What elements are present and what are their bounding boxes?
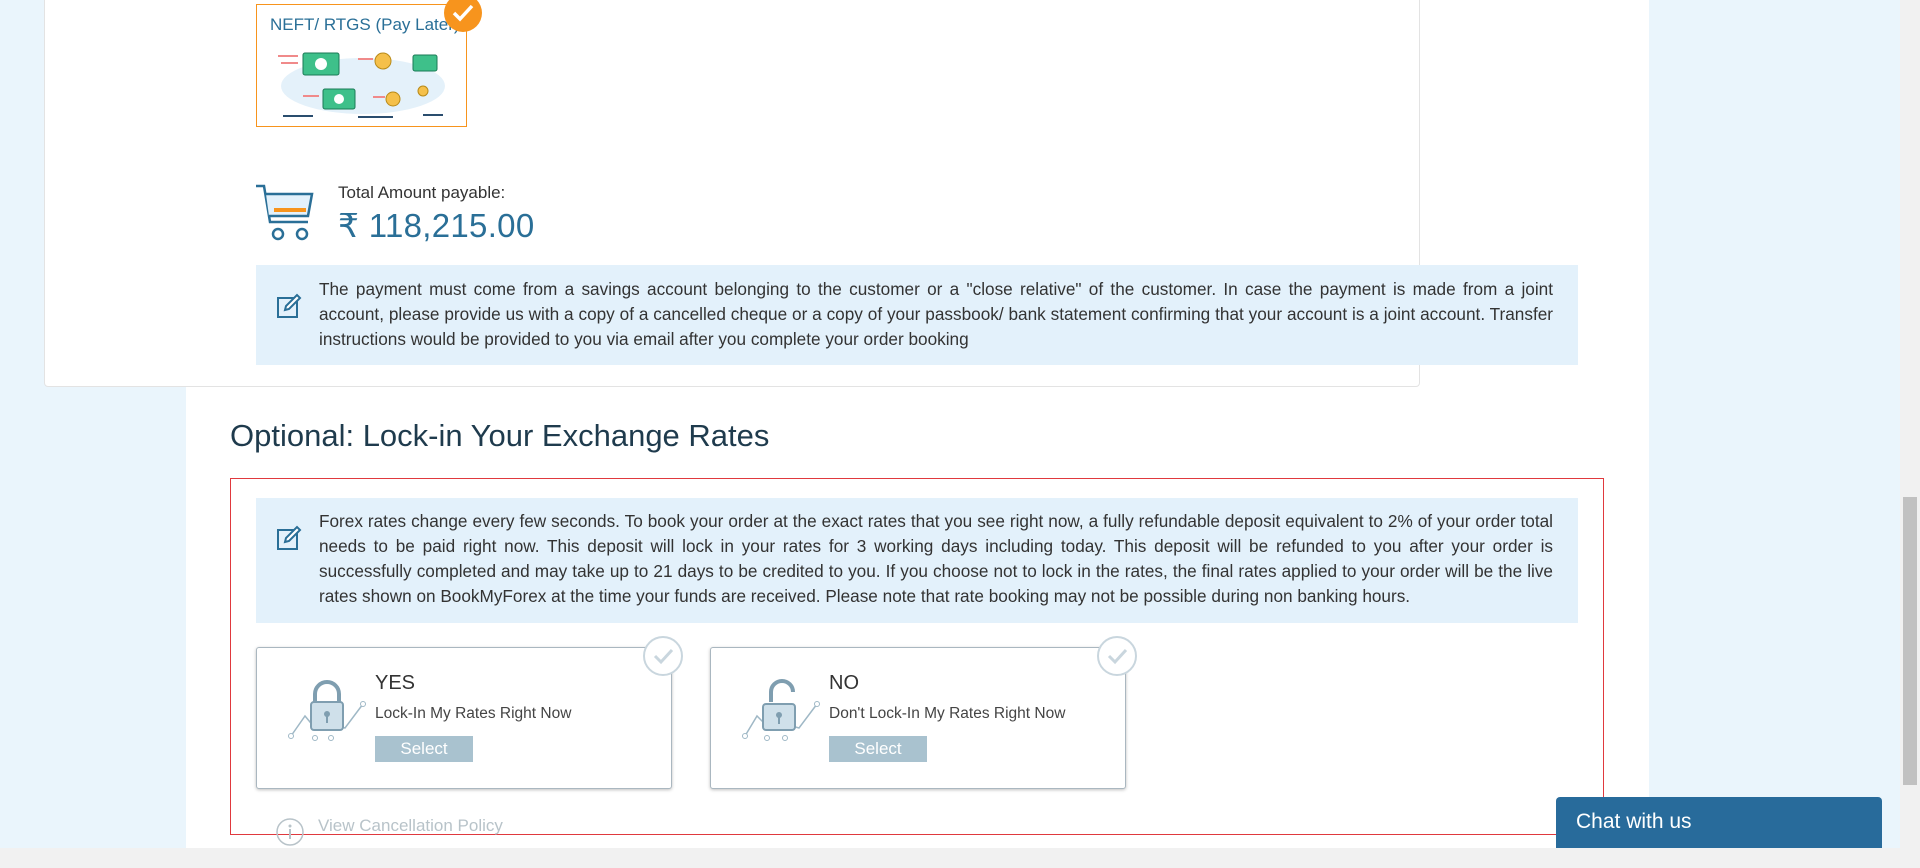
neft-rtgs-option[interactable]: NEFT/ RTGS (Pay Later) [256,4,467,127]
edit-note-icon [277,293,302,318]
payment-note-text: The payment must come from a savings acc… [319,279,1553,349]
no-title: NO [829,672,859,694]
lockin-section-title: Optional: Lock-in Your Exchange Rates [230,418,770,453]
yes-subtitle: Lock-In My Rates Right Now [375,705,572,722]
yes-select-button[interactable]: Select [375,736,473,762]
vertical-scrollbar[interactable] [1900,0,1920,868]
cancellation-policy-link[interactable]: View Cancellation Policy [318,816,503,836]
lockin-yes-option[interactable]: YES Lock-In My Rates Right Now Select [256,636,683,789]
neft-rtgs-label: NEFT/ RTGS (Pay Later) [270,15,460,34]
money-transfer-illustration [278,52,445,118]
selected-check-icon [444,0,482,32]
unlocked-padlock-icon [742,679,820,741]
lockin-note-text: Forex rates change every few seconds. To… [319,511,1553,606]
no-subtitle: Don't Lock-In My Rates Right Now [829,705,1066,722]
lockin-no-option[interactable]: NO Don't Lock-In My Rates Right Now Sele… [710,636,1137,789]
scrollbar-thumb[interactable] [1903,497,1917,785]
payment-note: The payment must come from a savings acc… [256,265,1578,365]
total-label: Total Amount payable: [338,183,506,202]
lockin-note: Forex rates change every few seconds. To… [256,498,1578,623]
cart-icon [256,184,314,241]
check-circle-icon [1097,636,1137,676]
total-amount: ₹ 118,215.00 [338,207,535,244]
check-circle-icon [643,636,683,676]
horizontal-scrollbar[interactable] [0,848,1900,868]
chat-button[interactable]: Chat with us [1556,797,1882,848]
info-icon [276,818,304,846]
edit-note-icon [277,525,302,550]
yes-title: YES [375,672,416,694]
no-select-button[interactable]: Select [829,736,927,762]
locked-padlock-icon [288,680,366,741]
